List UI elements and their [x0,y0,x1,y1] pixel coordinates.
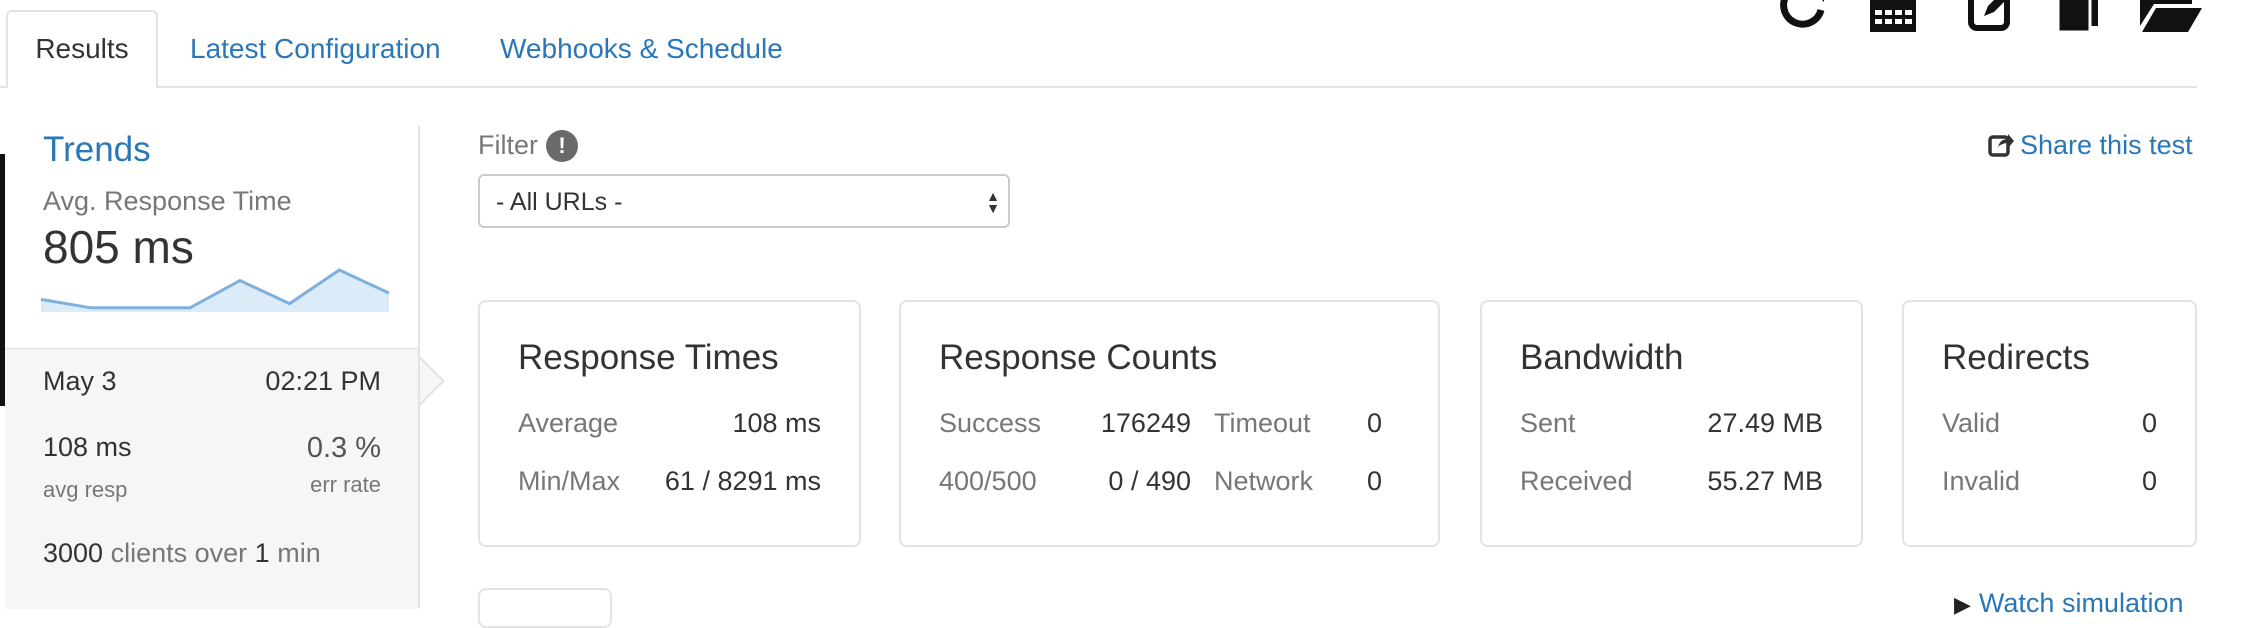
tab-results[interactable]: Results [6,10,158,88]
sparkline-area [41,270,389,312]
invalid-label: Invalid [1942,466,2021,496]
run-error-rate-label: err rate [310,472,381,497]
run-clients-summary: 3000 clients over 1 min [43,538,321,569]
sent-value: 27.49 MB [1707,408,1823,438]
run-error-rate: 0.3 % [306,432,381,464]
share-test-link[interactable]: Share this test [1988,130,2193,161]
filter-info-icon[interactable]: ! [546,130,578,162]
trends-sparkline [40,268,390,312]
minmax-label: Min/Max [518,466,621,496]
invalid-value: 0 [2141,466,2157,496]
url-filter-selected: - All URLs - [496,188,623,216]
redirects-title: Redirects [1942,338,2090,377]
folder-open-icon[interactable] [2140,0,2202,32]
response-counts-card: Response Counts Success 176249 Timeout 0… [899,300,1440,547]
bandwidth-title: Bandwidth [1520,338,1684,377]
network-label: Network [1214,466,1314,496]
valid-label: Valid [1942,408,2001,438]
selected-run-pointer-fill [418,357,442,405]
tab-webhooks-schedule[interactable]: Webhooks & Schedule [500,12,783,86]
share-icon [1988,134,2014,157]
response-times-title: Response Times [518,338,779,377]
grid-icon[interactable] [1870,0,1916,32]
sent-label: Sent [1520,408,1576,438]
copy-icon[interactable] [2058,0,2098,32]
run-duration: 1 [254,538,270,568]
run-avg-response: 108 ms [43,432,132,462]
timeout-value: 0 [1366,408,1382,438]
play-icon: ▶ [1954,592,1971,617]
response-counts-title: Response Counts [939,338,1218,377]
run-time: 02:21 PM [265,366,381,396]
refresh-icon[interactable] [1778,0,1826,32]
success-value: 176249 [1100,408,1191,438]
run-avg-response-label: avg resp [43,477,128,502]
edit-icon[interactable] [1968,0,2014,32]
tab-results-label: Results [35,33,129,64]
success-label: Success [939,408,1042,438]
redirects-card: Redirects Valid 0 Invalid 0 [1902,300,2197,547]
secondary-card [478,588,612,628]
left-panel-divider [418,126,420,608]
valid-value: 0 [2141,408,2157,438]
errors-value: 0 / 490 [1108,466,1191,496]
filter-label: Filter [478,130,538,160]
timeout-label: Timeout [1214,408,1311,438]
minmax-value: 61 / 8291 ms [664,466,821,496]
share-test-label: Share this test [2020,130,2193,160]
trends-title[interactable]: Trends [43,130,151,170]
trends-subtitle: Avg. Response Time [43,186,292,216]
tab-bar-border [0,86,2197,88]
watch-simulation-link[interactable]: ▶ Watch simulation [1954,588,2184,619]
watch-simulation-label: Watch simulation [1978,588,2184,618]
average-value: 108 ms [732,408,821,438]
url-filter-select[interactable]: - All URLs - ▲ ▼ [478,174,1010,228]
run-date: May 3 [43,366,117,396]
run-duration-unit: min [277,538,321,568]
run-clients-count: 3000 [43,538,104,568]
response-times-card: Response Times Average 108 ms Min/Max 61… [478,300,861,547]
received-label: Received [1520,466,1633,496]
run-clients-text: clients over [110,538,248,568]
received-value: 55.27 MB [1707,466,1823,496]
network-value: 0 [1366,466,1382,496]
bandwidth-card: Bandwidth Sent 27.49 MB Received 55.27 M… [1480,300,1863,547]
tab-latest-configuration[interactable]: Latest Configuration [190,12,441,86]
average-label: Average [518,408,619,438]
errors-label: 400/500 [939,466,1037,496]
select-arrows-icon: ▲ ▼ [986,188,1000,216]
